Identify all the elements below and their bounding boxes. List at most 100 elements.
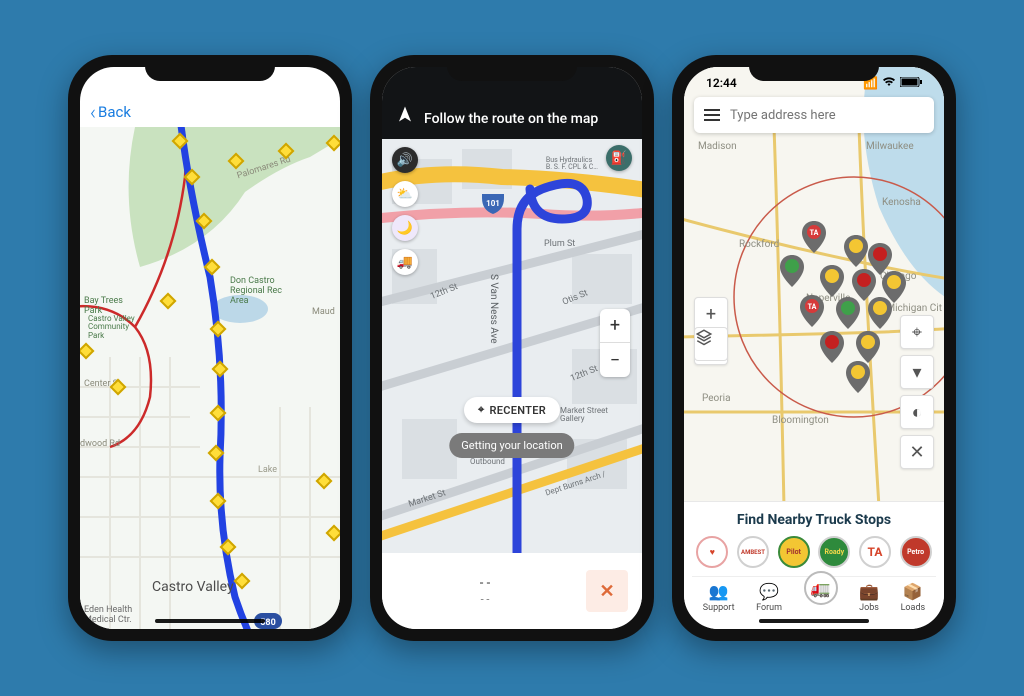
eta-value: - - [480,576,490,591]
nav-support[interactable]: 👥Support [703,581,735,613]
truck-stop-pin[interactable] [836,297,860,329]
bottom-bar: - - - - ✕ [382,553,642,629]
place-community-park: Castro Valley Community Park [88,315,135,340]
truck-icon: 🚚 [397,255,413,270]
locate-button[interactable]: ⌖ [900,315,934,349]
brand-loves[interactable]: ♥ [696,536,728,568]
nav-label: Forum [756,603,782,613]
location-toast: Getting your location [449,433,574,458]
chat-icon: 💬 [759,581,779,601]
brand-pilot[interactable]: Pilot [778,536,810,568]
nav-jobs[interactable]: 💼 Jobs [859,581,879,613]
nav-center[interactable]: 🚛 [804,581,838,613]
truck-stop-pin[interactable] [846,361,870,393]
speaker-icon: 🔊 [397,153,413,168]
brand-ambest[interactable]: AMBEST [737,536,769,568]
brand-road[interactable]: Roady [818,536,850,568]
phone-3-screen: 12:44 📶 [684,67,944,629]
filter-button-1[interactable]: ▾ [900,355,934,389]
phone-3-frame: 12:44 📶 [672,55,956,641]
svg-text:TA: TA [810,229,819,237]
nav-loads[interactable]: 📦Loads [901,581,926,613]
back-button[interactable]: ‹ Back [90,100,131,124]
place-don-castro: Don Castro Regional Rec Area [230,277,282,307]
chevron-left-icon: ‹ [90,100,96,124]
brand-row: ♥ AMBEST Pilot Roady TA Petro [692,536,936,568]
recenter-label: RECENTER [489,404,546,417]
zoom-controls: + − [600,309,630,377]
brand-ta[interactable]: TA [859,536,891,568]
city-bloomington: Bloomington [772,415,829,426]
back-label: Back [98,103,131,121]
route-map[interactable]: 580 Palomares Rd Maud Center St dwood Rd… [80,127,340,629]
zoom-out-button[interactable]: − [600,343,630,377]
search-bar [694,97,934,133]
truck-stop-pin[interactable] [820,265,844,297]
notch [145,55,275,81]
tools-icon: ✕ [909,442,924,463]
recenter-button[interactable]: ⌖ RECENTER [464,397,560,423]
phone-1-frame: ‹ Back [68,55,352,641]
status-time: 12:44 [706,76,737,90]
navigation-map[interactable]: 101 🔊 ⛅ 🌙 🚚 ⛽ + − Plum St 12th St Otis S… [382,139,642,553]
people-icon: 👥 [709,581,729,601]
truck-stop-pin[interactable]: TA [802,221,826,253]
wifi-icon [882,76,896,90]
navigation-arrow-icon [396,105,414,127]
place-eden: Eden Health Medical Ctr. [84,606,132,625]
bottom-nav: 👥Support 💬 Forum 🚛 💼 Jobs 📦Loads [692,576,936,613]
briefcase-icon: 💼 [859,581,879,601]
close-button[interactable]: ✕ [586,570,628,612]
truck-button[interactable]: 🚚 [392,249,418,275]
fuel-button[interactable]: ⛽ [606,145,632,171]
truck-stop-pin[interactable] [868,297,892,329]
phone-1-screen: ‹ Back [80,67,340,629]
zoom-in-button[interactable]: + [694,297,728,331]
notch [749,55,879,81]
weather-button[interactable]: ⛅ [392,181,418,207]
box-icon: 📦 [903,581,923,601]
road-label-van-ness: S Van Ness Ave [488,274,499,344]
sound-button[interactable]: 🔊 [392,147,418,173]
map-canvas: 580 [80,127,340,629]
notch [447,55,577,81]
filter-button-2[interactable]: ◐ [900,395,934,429]
address-input[interactable] [730,108,924,123]
nav-bar: ‹ Back [80,97,340,127]
home-indicator [759,619,869,623]
zoom-in-button[interactable]: + [600,309,630,343]
svg-text:TA: TA [808,303,817,311]
crosshair-icon: ⌖ [912,322,922,343]
close-icon: ✕ [599,581,614,602]
phone-2-screen: Follow the route on the map [382,67,642,629]
city-madison: Madison [698,141,737,152]
place-castro-valley: Castro Valley [152,579,234,595]
truck-stop-pin[interactable]: TA [800,295,824,327]
truck-stop-pin[interactable] [844,235,868,267]
poi-market-gallery: Market Street Gallery [560,407,608,424]
road-label-lake: Lake [258,465,277,475]
city-kenosha: Kenosha [882,197,921,208]
eta-slot: - - - - [396,576,574,606]
footer-title: Find Nearby Truck Stops [692,512,936,528]
eta-sub: - - [481,593,490,606]
road-label-maud: Maud [312,307,335,317]
city-milwaukee: Milwaukee [866,141,914,152]
truck-stop-pin[interactable] [780,255,804,287]
svg-text:101: 101 [486,199,500,208]
home-indicator [155,619,265,623]
layers-button[interactable] [694,327,728,361]
brand-petro[interactable]: Petro [900,536,932,568]
nav-forum[interactable]: 💬 Forum [756,581,782,613]
truck-stop-pin[interactable] [820,331,844,363]
truck-icon: ▾ [912,362,921,383]
header-title: Follow the route on the map [424,111,598,127]
city-michigan: Michigan Cit [886,303,942,314]
night-button[interactable]: 🌙 [392,215,418,241]
moon-icon: 🌙 [397,221,413,236]
road-label-plum: Plum St [544,239,575,249]
menu-button[interactable] [704,109,720,121]
filter-button-3[interactable]: ✕ [900,435,934,469]
truck-stop-pin[interactable] [856,331,880,363]
nav-label: Jobs [859,603,879,613]
